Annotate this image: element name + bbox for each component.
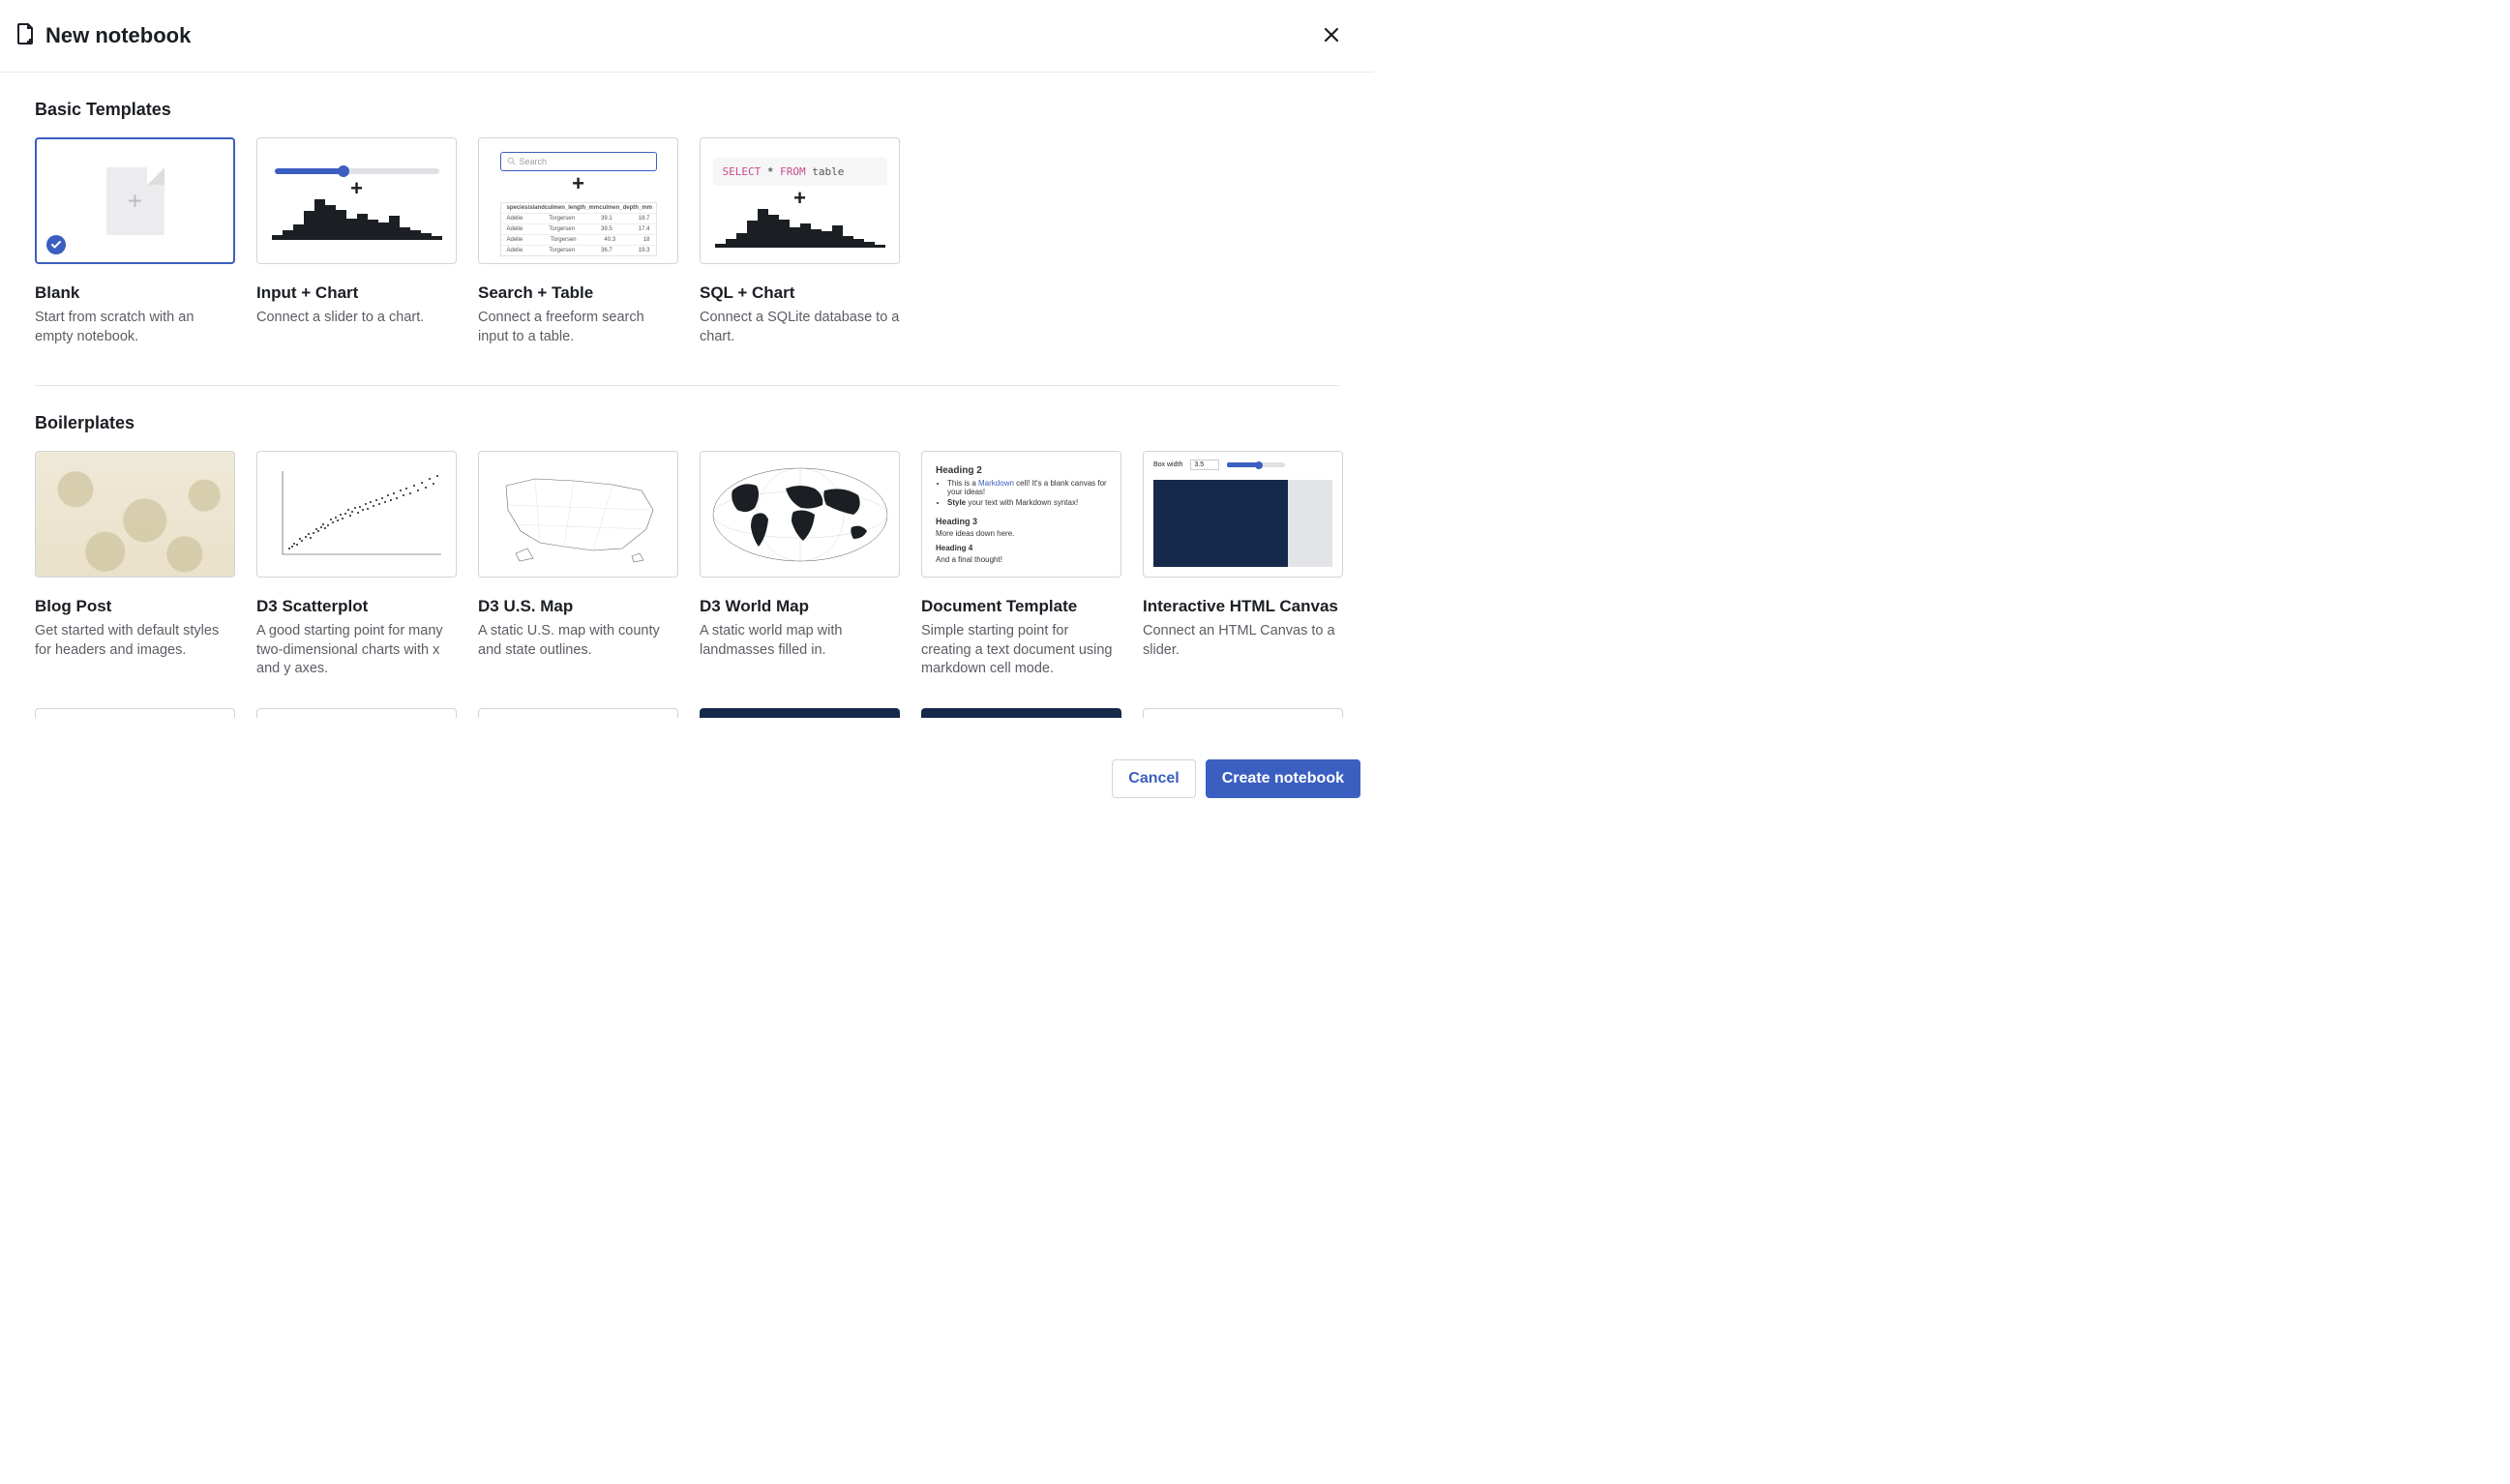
canvas-preview: Box width 3.5 (1144, 452, 1342, 577)
template-card-peek[interactable] (478, 708, 678, 718)
template-title: Blog Post (35, 597, 235, 616)
template-card-peek[interactable] (700, 708, 900, 718)
template-search-table-thumb: Search + speciesislandculmen_length_mmcu… (478, 137, 678, 264)
boiler-d3-us-map[interactable]: D3 U.S. Map A static U.S. map with count… (478, 451, 678, 679)
template-title: D3 World Map (700, 597, 900, 616)
boiler-doc-thumb: Heading 2 This is a Markdown cell! It's … (921, 451, 1121, 578)
next-row-peek (35, 708, 1339, 718)
template-desc: Get started with default styles for head… (35, 622, 235, 660)
section-heading-boiler: Boilerplates (35, 413, 1339, 433)
template-desc: Simple starting point for creating a tex… (921, 622, 1121, 679)
template-desc: Connect a SQLite database to a chart. (700, 309, 900, 346)
histogram-preview (715, 209, 885, 248)
dialog-title: New notebook (45, 23, 191, 48)
new-notebook-icon (16, 23, 36, 49)
slider-preview (275, 168, 439, 174)
dialog-footer: Cancel Create notebook (0, 745, 1374, 813)
template-title: Blank (35, 283, 235, 303)
plus-icon: + (350, 178, 363, 199)
worldmap-preview (708, 461, 892, 568)
sql-preview: SELECT * FROM table (713, 158, 887, 186)
search-placeholder: Search (520, 157, 548, 166)
template-desc: A static world map with landmasses fille… (700, 622, 900, 660)
template-desc: A good starting point for many two-dimen… (256, 622, 457, 679)
template-title: Search + Table (478, 283, 678, 303)
template-input-chart-thumb: + (256, 137, 457, 264)
boiler-blog-thumb (35, 451, 235, 578)
template-blank-thumb (35, 137, 235, 264)
template-desc: Connect a slider to a chart. (256, 309, 457, 328)
section-heading-basic: Basic Templates (35, 100, 1339, 120)
close-icon[interactable] (1318, 19, 1345, 52)
template-desc: Connect a freeform search input to a tab… (478, 309, 678, 346)
basic-templates-grid: Blank Start from scratch with an empty n… (35, 137, 1339, 385)
scatter-preview (265, 461, 449, 568)
template-desc: Connect an HTML Canvas to a slider. (1143, 622, 1343, 660)
boiler-html-canvas[interactable]: Box width 3.5 Interactive HTML Canvas Co… (1143, 451, 1343, 679)
template-search-table[interactable]: Search + speciesislandculmen_length_mmcu… (478, 137, 678, 346)
template-card-peek[interactable] (35, 708, 235, 718)
boiler-world-thumb (700, 451, 900, 578)
plus-icon: + (572, 173, 584, 194)
template-card-peek[interactable] (1143, 708, 1343, 718)
usmap-preview (487, 461, 671, 568)
template-sql-chart-thumb: SELECT * FROM table + (700, 137, 900, 264)
boilerplates-grid: Blog Post Get started with default style… (35, 451, 1339, 679)
template-title: Interactive HTML Canvas (1143, 597, 1343, 616)
boiler-d3-scatterplot[interactable]: D3 Scatterplot A good starting point for… (256, 451, 457, 679)
doc-preview: Heading 2 This is a Markdown cell! It's … (922, 452, 1121, 577)
search-preview: Search (500, 152, 657, 171)
selected-check-icon (46, 235, 66, 254)
plus-icon: + (793, 188, 806, 209)
table-preview: speciesislandculmen_length_mmculmen_dept… (500, 202, 657, 256)
template-desc: A static U.S. map with county and state … (478, 622, 678, 660)
template-sql-chart[interactable]: SELECT * FROM table + SQL + Chart Connec… (700, 137, 900, 346)
dialog-body: Basic Templates Blank Start from scratch… (0, 73, 1374, 746)
template-title: Document Template (921, 597, 1121, 616)
template-title: SQL + Chart (700, 283, 900, 303)
template-blank[interactable]: Blank Start from scratch with an empty n… (35, 137, 235, 346)
template-input-chart[interactable]: + Input + Chart Connect a slider to a ch… (256, 137, 457, 346)
blank-doc-icon (106, 167, 164, 235)
template-title: Input + Chart (256, 283, 457, 303)
histogram-preview (272, 199, 442, 240)
template-desc: Start from scratch with an empty noteboo… (35, 309, 235, 346)
create-notebook-button[interactable]: Create notebook (1206, 759, 1360, 798)
boiler-usmap-thumb (478, 451, 678, 578)
dialog-header: New notebook (0, 0, 1374, 73)
cancel-button[interactable]: Cancel (1112, 759, 1195, 798)
boiler-scatter-thumb (256, 451, 457, 578)
template-card-peek[interactable] (256, 708, 457, 718)
boiler-d3-world-map[interactable]: D3 World Map A static world map with lan… (700, 451, 900, 679)
template-title: D3 U.S. Map (478, 597, 678, 616)
template-title: D3 Scatterplot (256, 597, 457, 616)
template-card-peek[interactable] (921, 708, 1121, 718)
boiler-canvas-thumb: Box width 3.5 (1143, 451, 1343, 578)
boiler-blog-post[interactable]: Blog Post Get started with default style… (35, 451, 235, 679)
boiler-document-template[interactable]: Heading 2 This is a Markdown cell! It's … (921, 451, 1121, 679)
